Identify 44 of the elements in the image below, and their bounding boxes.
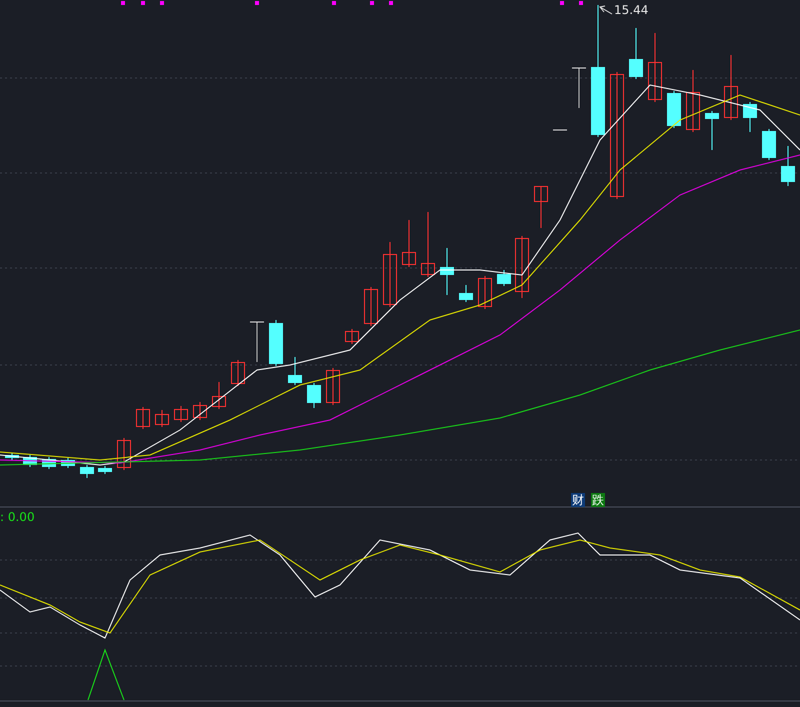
candlestick (515, 236, 529, 298)
candlestick (231, 360, 245, 386)
candlestick (402, 220, 416, 268)
candlestick (250, 322, 264, 362)
candlestick (42, 456, 56, 470)
candlestick (345, 328, 359, 344)
candlestick (5, 452, 19, 460)
candlestick (629, 28, 643, 80)
event-badge: 跌 (591, 493, 605, 507)
candlestick (705, 110, 719, 150)
candlestick (667, 90, 681, 128)
event-badge: 财 (571, 493, 585, 507)
candlestick (155, 410, 169, 428)
leader-line (599, 6, 612, 14)
candlestick (269, 320, 283, 366)
indicator-readout: : 0.00 (0, 510, 35, 524)
candlestick (478, 276, 492, 310)
candlestick (212, 382, 226, 410)
high-price-label: 15.44 (614, 3, 648, 17)
candlestick (288, 356, 302, 386)
candlestick (307, 382, 321, 408)
candlestick (724, 54, 738, 120)
candlestick (762, 128, 776, 160)
candlestick (383, 242, 397, 308)
candlestick (459, 284, 473, 302)
candlestick (534, 186, 548, 228)
candlestick (686, 70, 700, 132)
candlestick (23, 454, 37, 468)
candlestick (364, 286, 378, 326)
candlestick (326, 368, 340, 406)
candlestick (781, 146, 795, 186)
candlestick (440, 248, 454, 296)
candlestick (117, 438, 131, 470)
signal-spike-line (88, 648, 124, 700)
candlestick (648, 32, 662, 102)
candlestick (421, 212, 435, 278)
candlestick (572, 68, 586, 108)
candlestick (497, 270, 511, 286)
candlestick (193, 402, 207, 420)
candlestick (743, 102, 757, 132)
candlestick (61, 458, 75, 468)
candlestick (136, 406, 150, 430)
candlestick (174, 406, 188, 422)
candlestick (80, 464, 94, 478)
